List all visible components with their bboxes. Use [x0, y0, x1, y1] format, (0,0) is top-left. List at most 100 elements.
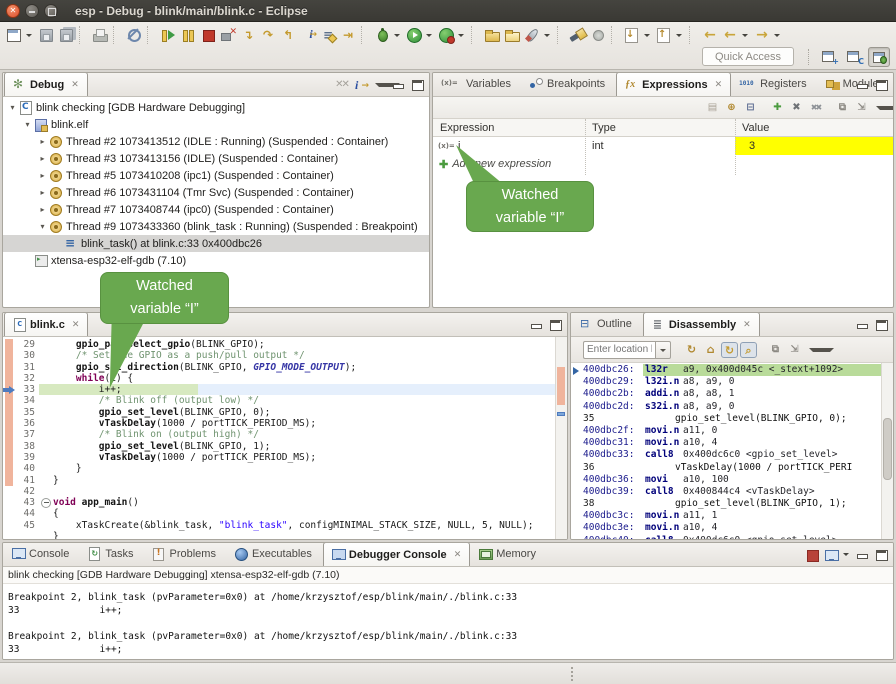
editor-line[interactable]: 44{	[3, 508, 567, 519]
show-logical-structure-button[interactable]	[723, 100, 740, 116]
disconnect-button[interactable]	[219, 26, 237, 44]
tab-disassembly[interactable]: Disassembly✕	[643, 312, 760, 336]
open-element-button[interactable]	[589, 26, 607, 44]
debug-menu[interactable]	[393, 26, 403, 44]
column-header-expression[interactable]: Expression	[433, 122, 585, 134]
show-execution-view-button[interactable]	[319, 26, 337, 44]
tree-expander[interactable]: ▾	[37, 222, 48, 231]
tab-console[interactable]: Console	[4, 542, 79, 565]
column-header-value[interactable]: Value	[735, 122, 893, 134]
minimize-view-button[interactable]	[854, 77, 871, 93]
tab-close-icon[interactable]: ✕	[71, 318, 81, 332]
maximize-view-button[interactable]	[873, 547, 890, 563]
disassembly-listing[interactable]: 400dbc26:l32ra9, 0x400d045c <_stext+1092…	[571, 363, 881, 539]
pin-view-button[interactable]	[786, 342, 803, 358]
maximize-view-button[interactable]	[409, 77, 426, 93]
terminate-button[interactable]	[199, 26, 217, 44]
window-maximize-button[interactable]	[44, 4, 58, 18]
code-editor[interactable]: 29 gpio_pad_select_gpio(BLINK_GPIO);30 /…	[3, 337, 567, 539]
scrollbar-thumb[interactable]	[883, 418, 892, 480]
tab-close-icon[interactable]: ✕	[714, 78, 724, 92]
external-tools-button[interactable]	[523, 26, 541, 44]
disassembly-row[interactable]: 400dbc26:l32ra9, 0x400d045c <_stext+1092…	[571, 364, 881, 376]
disassembly-row[interactable]: 400dbc29:l32i.na8, a9, 0	[571, 376, 881, 388]
new-project-button[interactable]	[483, 26, 501, 44]
new-view-button[interactable]	[834, 100, 851, 116]
back-button[interactable]	[721, 26, 739, 44]
column-divider[interactable]	[735, 119, 736, 175]
cpp-perspective-button[interactable]: C	[843, 47, 865, 67]
tab-registers[interactable]: Registers	[732, 72, 816, 95]
editor-line[interactable]: }	[3, 531, 567, 540]
display-console-menu[interactable]	[842, 547, 852, 563]
editor-line[interactable]: 29 gpio_pad_select_gpio(BLINK_GPIO);	[3, 339, 567, 350]
tab-outline[interactable]: Outline	[572, 312, 642, 335]
fold-collapse-icon[interactable]	[38, 497, 53, 508]
remove-all-terminated-button[interactable]	[333, 77, 350, 93]
editor-line[interactable]: 37 /* Blink on (output high) */	[3, 429, 567, 440]
editor-line[interactable]: 32 while(1) {	[3, 373, 567, 384]
save-button[interactable]	[37, 26, 55, 44]
location-dropdown-button[interactable]	[655, 341, 671, 359]
disassembly-row[interactable]: 400dbc39:call80x400844c4 <vTaskDelay>	[571, 486, 881, 498]
disassembly-row[interactable]: 400dbc2f:movi.na11, 0	[571, 425, 881, 437]
instruction-stepping-mode-button[interactable]	[352, 77, 369, 93]
view-menu-button[interactable]	[872, 100, 889, 116]
open-perspective-button[interactable]: +	[818, 47, 840, 67]
run-menu[interactable]	[425, 26, 435, 44]
editor-line[interactable]: 35 gpio_set_level(BLINK_GPIO, 0);	[3, 407, 567, 418]
editor-line[interactable]: 36 vTaskDelay(1000 / portTICK_PERIOD_MS)…	[3, 418, 567, 429]
editor-line[interactable]: 38 gpio_set_level(BLINK_GPIO, 1);	[3, 441, 567, 452]
disassembly-row[interactable]: 35gpio_set_level(BLINK_GPIO, 0);	[571, 413, 881, 425]
editor-overview-ruler[interactable]	[555, 337, 567, 539]
disassembly-row[interactable]: 400dbc3e:movi.na10, 4	[571, 522, 881, 534]
disassembly-row[interactable]: 400dbc31:movi.na10, 4	[571, 437, 881, 449]
debug-tree-item[interactable]: ▸Thread #3 1073413156 (IDLE) (Suspended …	[3, 150, 429, 167]
new-view-button[interactable]	[767, 342, 784, 358]
add-new-expression-row[interactable]: ✚Add new expression	[433, 155, 893, 173]
suspend-button[interactable]	[179, 26, 197, 44]
debug-tree-item[interactable]: ▾blink.elf	[3, 116, 429, 133]
new-wizard-menu[interactable]	[25, 26, 35, 44]
editor-line[interactable]: 30 /* Set the GPIO as a push/pull output…	[3, 350, 567, 361]
editor-line[interactable]: 39 vTaskDelay(1000 / portTICK_PERIOD_MS)…	[3, 452, 567, 463]
maximize-view-button[interactable]	[547, 317, 564, 333]
disassembly-row[interactable]: 38gpio_set_level(BLINK_GPIO, 1);	[571, 498, 881, 510]
disassembly-row[interactable]: 400dbc3c:movi.na11, 1	[571, 510, 881, 522]
print-button[interactable]	[91, 26, 109, 44]
use-step-filters-button[interactable]	[339, 26, 357, 44]
debug-tree-item[interactable]: ▸Thread #7 1073408744 (ipc0) (Suspended …	[3, 201, 429, 218]
expression-row[interactable]: (x)=iint3	[433, 137, 893, 155]
profile-button[interactable]	[437, 26, 455, 44]
editor-line[interactable]: 45 xTaskCreate(&blink_task, "blink_task"…	[3, 520, 567, 531]
view-menu-button[interactable]	[805, 342, 822, 358]
location-input[interactable]	[583, 341, 655, 359]
debug-tree-item[interactable]: xtensa-esp32-elf-gdb (7.10)	[3, 252, 429, 269]
tree-expander[interactable]: ▸	[37, 137, 48, 146]
tab-expressions[interactable]: Expressions✕	[616, 72, 731, 96]
editor-line[interactable]: 40 }	[3, 463, 567, 474]
tree-expander[interactable]: ▸	[37, 205, 48, 214]
skip-all-breakpoints-button[interactable]	[125, 26, 143, 44]
debug-perspective-button[interactable]	[868, 47, 890, 67]
tree-expander[interactable]: ▾	[7, 103, 18, 112]
profile-menu[interactable]	[457, 26, 467, 44]
collapse-all-button[interactable]	[742, 100, 759, 116]
sash-grip[interactable]	[571, 667, 573, 681]
minimize-view-button[interactable]	[390, 77, 407, 93]
add-expression-button[interactable]	[769, 100, 786, 116]
tab-breakpoints[interactable]: Breakpoints	[522, 72, 615, 95]
minimize-view-button[interactable]	[854, 317, 871, 333]
show-type-names-button[interactable]	[704, 100, 721, 116]
back-menu[interactable]	[741, 26, 751, 44]
view-menu-button[interactable]	[371, 77, 388, 93]
debug-button[interactable]	[373, 26, 391, 44]
external-tools-menu[interactable]	[543, 26, 553, 44]
disassembly-row[interactable]: 400dbc2b:addi.na8, a8, 1	[571, 388, 881, 400]
disassembly-row[interactable]: 400dbc40:call80x400dc6c0 <gpio_set_level…	[571, 535, 881, 539]
search-button[interactable]	[569, 26, 587, 44]
disassembly-row[interactable]: 400dbc2d:s32i.na8, a9, 0	[571, 401, 881, 413]
tree-expander[interactable]: ▸	[37, 188, 48, 197]
forward-menu[interactable]	[773, 26, 783, 44]
tab-executables[interactable]: Executables	[227, 542, 322, 565]
